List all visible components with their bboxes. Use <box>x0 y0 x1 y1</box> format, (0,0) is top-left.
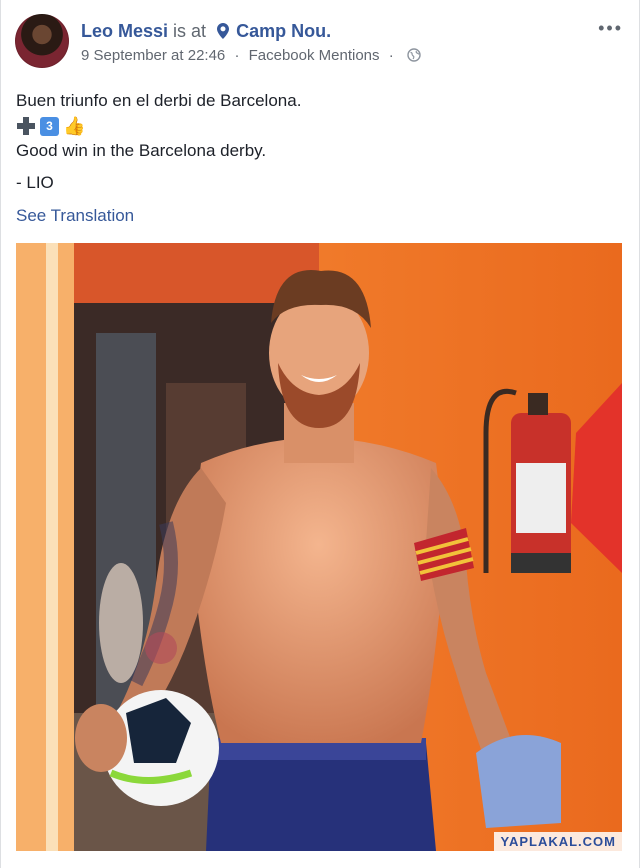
photo-watermark: YAPLAKAL.COM <box>494 832 622 851</box>
post-signature: - LIO <box>16 173 54 192</box>
location-pin-icon <box>217 22 230 44</box>
globe-privacy-icon[interactable] <box>407 48 421 66</box>
author-name-link[interactable]: Leo Messi <box>81 21 168 41</box>
timestamp-link[interactable]: 9 September at 22:46 <box>81 47 225 64</box>
author-avatar[interactable] <box>15 14 69 68</box>
post-header: Leo Messi is at Camp Nou. <box>81 20 331 44</box>
more-options-button[interactable]: ••• <box>598 18 623 39</box>
emoji-row: 3 👍 <box>16 114 85 138</box>
meta-separator: · <box>388 47 394 64</box>
thumbs-up-hand-icon: 👍 <box>63 116 86 136</box>
source-label: Facebook Mentions <box>248 47 380 64</box>
post-photo[interactable]: YAPLAKAL.COM <box>16 243 622 851</box>
is-at-text: is at <box>173 21 207 41</box>
meta-separator: · <box>234 47 240 64</box>
post-text-line-1: Buen triunfo en el derbi de Barcelona. <box>16 91 302 110</box>
location-link[interactable]: Camp Nou. <box>236 21 331 41</box>
facebook-post-card: Leo Messi is at Camp Nou. 9 September at… <box>0 0 640 868</box>
see-translation-link[interactable]: See Translation <box>16 206 134 226</box>
photo-illustration <box>16 243 622 851</box>
keycap-3-icon: 3 <box>40 116 59 136</box>
post-meta: 9 September at 22:46 · Facebook Mentions… <box>81 47 421 66</box>
post-text-line-2: Good win in the Barcelona derby. <box>16 141 267 160</box>
heavy-plus-icon <box>16 116 36 136</box>
